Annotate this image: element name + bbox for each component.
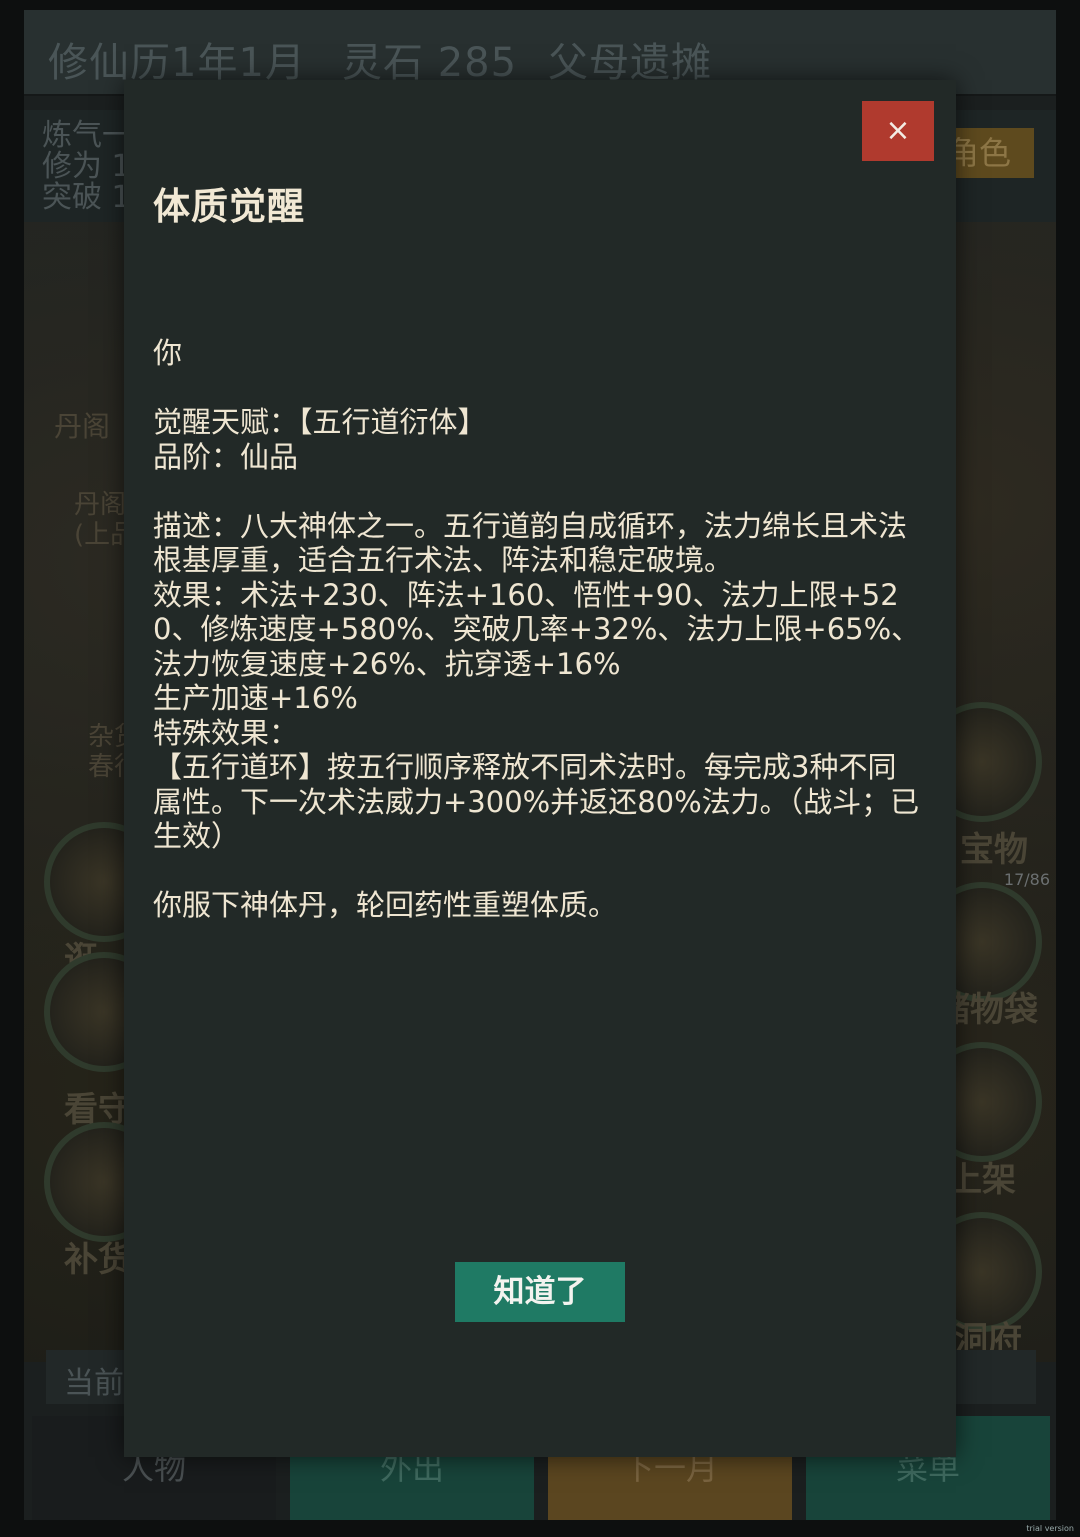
effects-text: 效果：术法+230、阵法+160、悟性+90、法力上限+520、修炼速度+580…	[153, 577, 921, 681]
dange-sign: 丹阁	[54, 410, 111, 443]
breakthrough-text: 突破 1	[42, 180, 131, 215]
treasure-caption: 宝物	[960, 830, 1028, 870]
special-effect-header: 特殊效果：	[153, 715, 299, 750]
dialog-body: 你 觉醒天赋：【五行道衍体】 品阶：仙品 描述：八大神体之一。五行道韵自成循环，…	[153, 336, 923, 923]
realm-text: 炼气一	[42, 118, 132, 153]
dialog-title: 体质觉醒	[153, 185, 305, 228]
grade-text: 品阶：仙品	[153, 439, 299, 474]
restock-caption: 补货	[64, 1240, 132, 1280]
constitution-awakening-dialog: × 体质觉醒 你 觉醒天赋：【五行道衍体】 品阶：仙品 描述：八大神体之一。五行…	[124, 80, 956, 1457]
outro-text: 你服下神体丹，轮回药性重塑体质。	[153, 888, 618, 922]
talent-text: 觉醒天赋：【五行道衍体】	[153, 405, 487, 439]
cultivation-text: 修为 1	[42, 149, 131, 184]
close-button[interactable]: ×	[862, 101, 934, 161]
production-text: 生产加速+16%	[153, 681, 358, 715]
watermark: trial version	[1026, 1524, 1074, 1533]
acknowledge-button[interactable]: 知道了	[455, 1262, 625, 1322]
bag-count: 17/86	[1003, 870, 1050, 889]
shelf-caption: 上架	[948, 1160, 1016, 1200]
intro-text: 你	[153, 336, 183, 370]
special-effect-text: 【五行道环】按五行顺序释放不同术法时。每完成3种不同属性。下一次术法威力+300…	[153, 750, 920, 853]
description-text: 描述：八大神体之一。五行道韵自成循环，法力绵长且术法根基厚重，适合五行术法、阵法…	[153, 508, 908, 578]
current-label: 当前	[64, 1366, 124, 1401]
